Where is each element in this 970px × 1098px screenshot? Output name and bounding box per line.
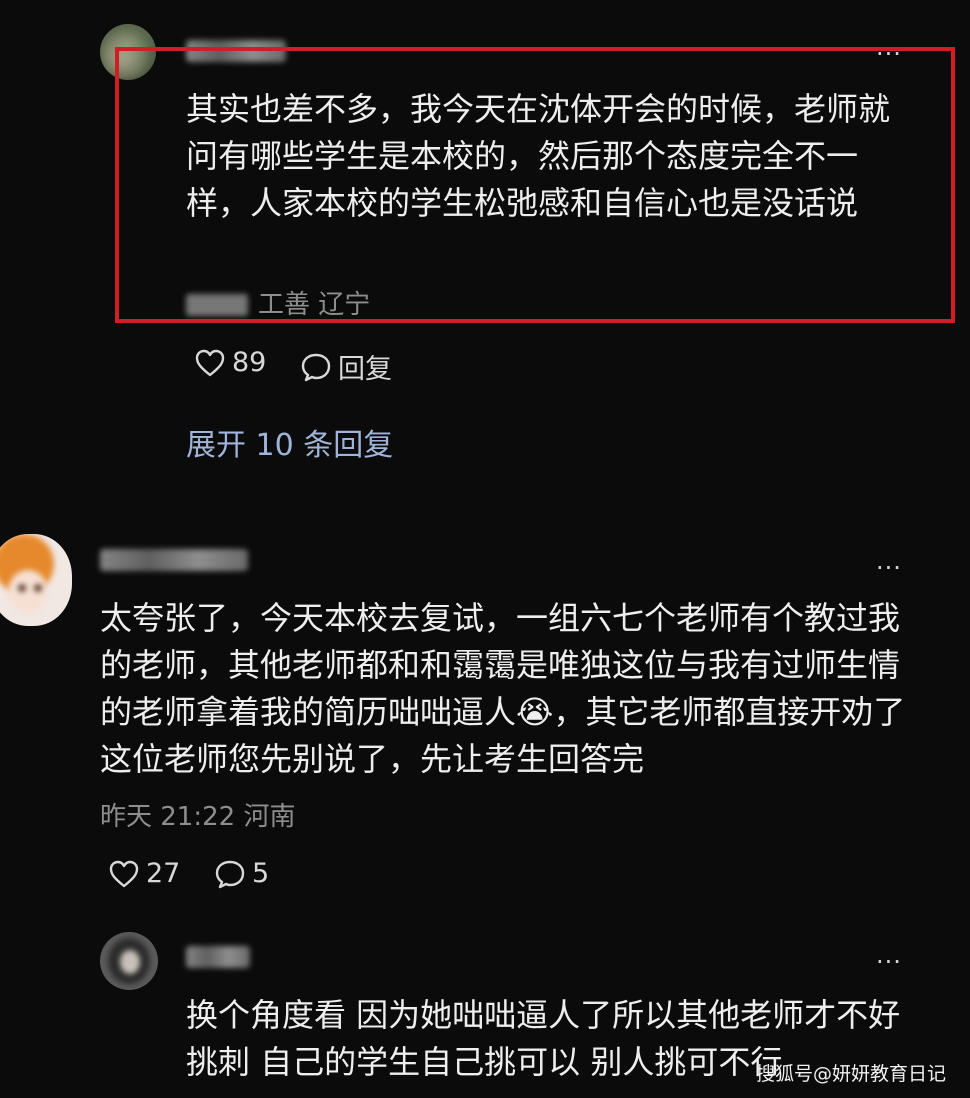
like-count: 89 (232, 347, 267, 378)
comment-text: 太夸张了，今天本校去复试，一组六七个老师有个教过我的老师，其他老师都和和霭霭是唯… (100, 599, 906, 778)
like-button[interactable]: 89 (194, 347, 266, 378)
reply-button[interactable]: 5 (214, 858, 269, 889)
username[interactable] (100, 549, 248, 571)
like-count: 27 (146, 858, 181, 889)
more-icon[interactable]: ··· (876, 556, 902, 580)
like-button[interactable]: 27 (108, 858, 180, 889)
more-icon[interactable]: ··· (876, 950, 902, 974)
watermark: 搜狐号@妍妍教育日记 (755, 1063, 946, 1085)
comment-location: 工善 辽宁 (258, 290, 371, 320)
comment-icon (300, 352, 332, 382)
comment-meta: 昨天 21:22 河南 (100, 802, 296, 832)
avatar[interactable] (100, 932, 158, 990)
avatar[interactable] (0, 534, 72, 626)
comment-text: 其实也差不多，我今天在沈体开会的时候，老师就问有哪些学生是本校的，然后那个态度完… (186, 90, 891, 222)
blurred-date (186, 294, 248, 316)
reply-count: 5 (252, 858, 270, 889)
expand-replies-link[interactable]: 展开 10 条回复 (186, 420, 393, 464)
comment-icon (214, 859, 246, 889)
heart-icon (108, 859, 140, 889)
heart-icon (194, 348, 226, 378)
reply-label: 回复 (338, 354, 392, 385)
username[interactable] (186, 946, 250, 968)
reply-button[interactable]: 回复 (300, 347, 392, 386)
comment-meta: 工善 辽宁 (186, 290, 370, 320)
